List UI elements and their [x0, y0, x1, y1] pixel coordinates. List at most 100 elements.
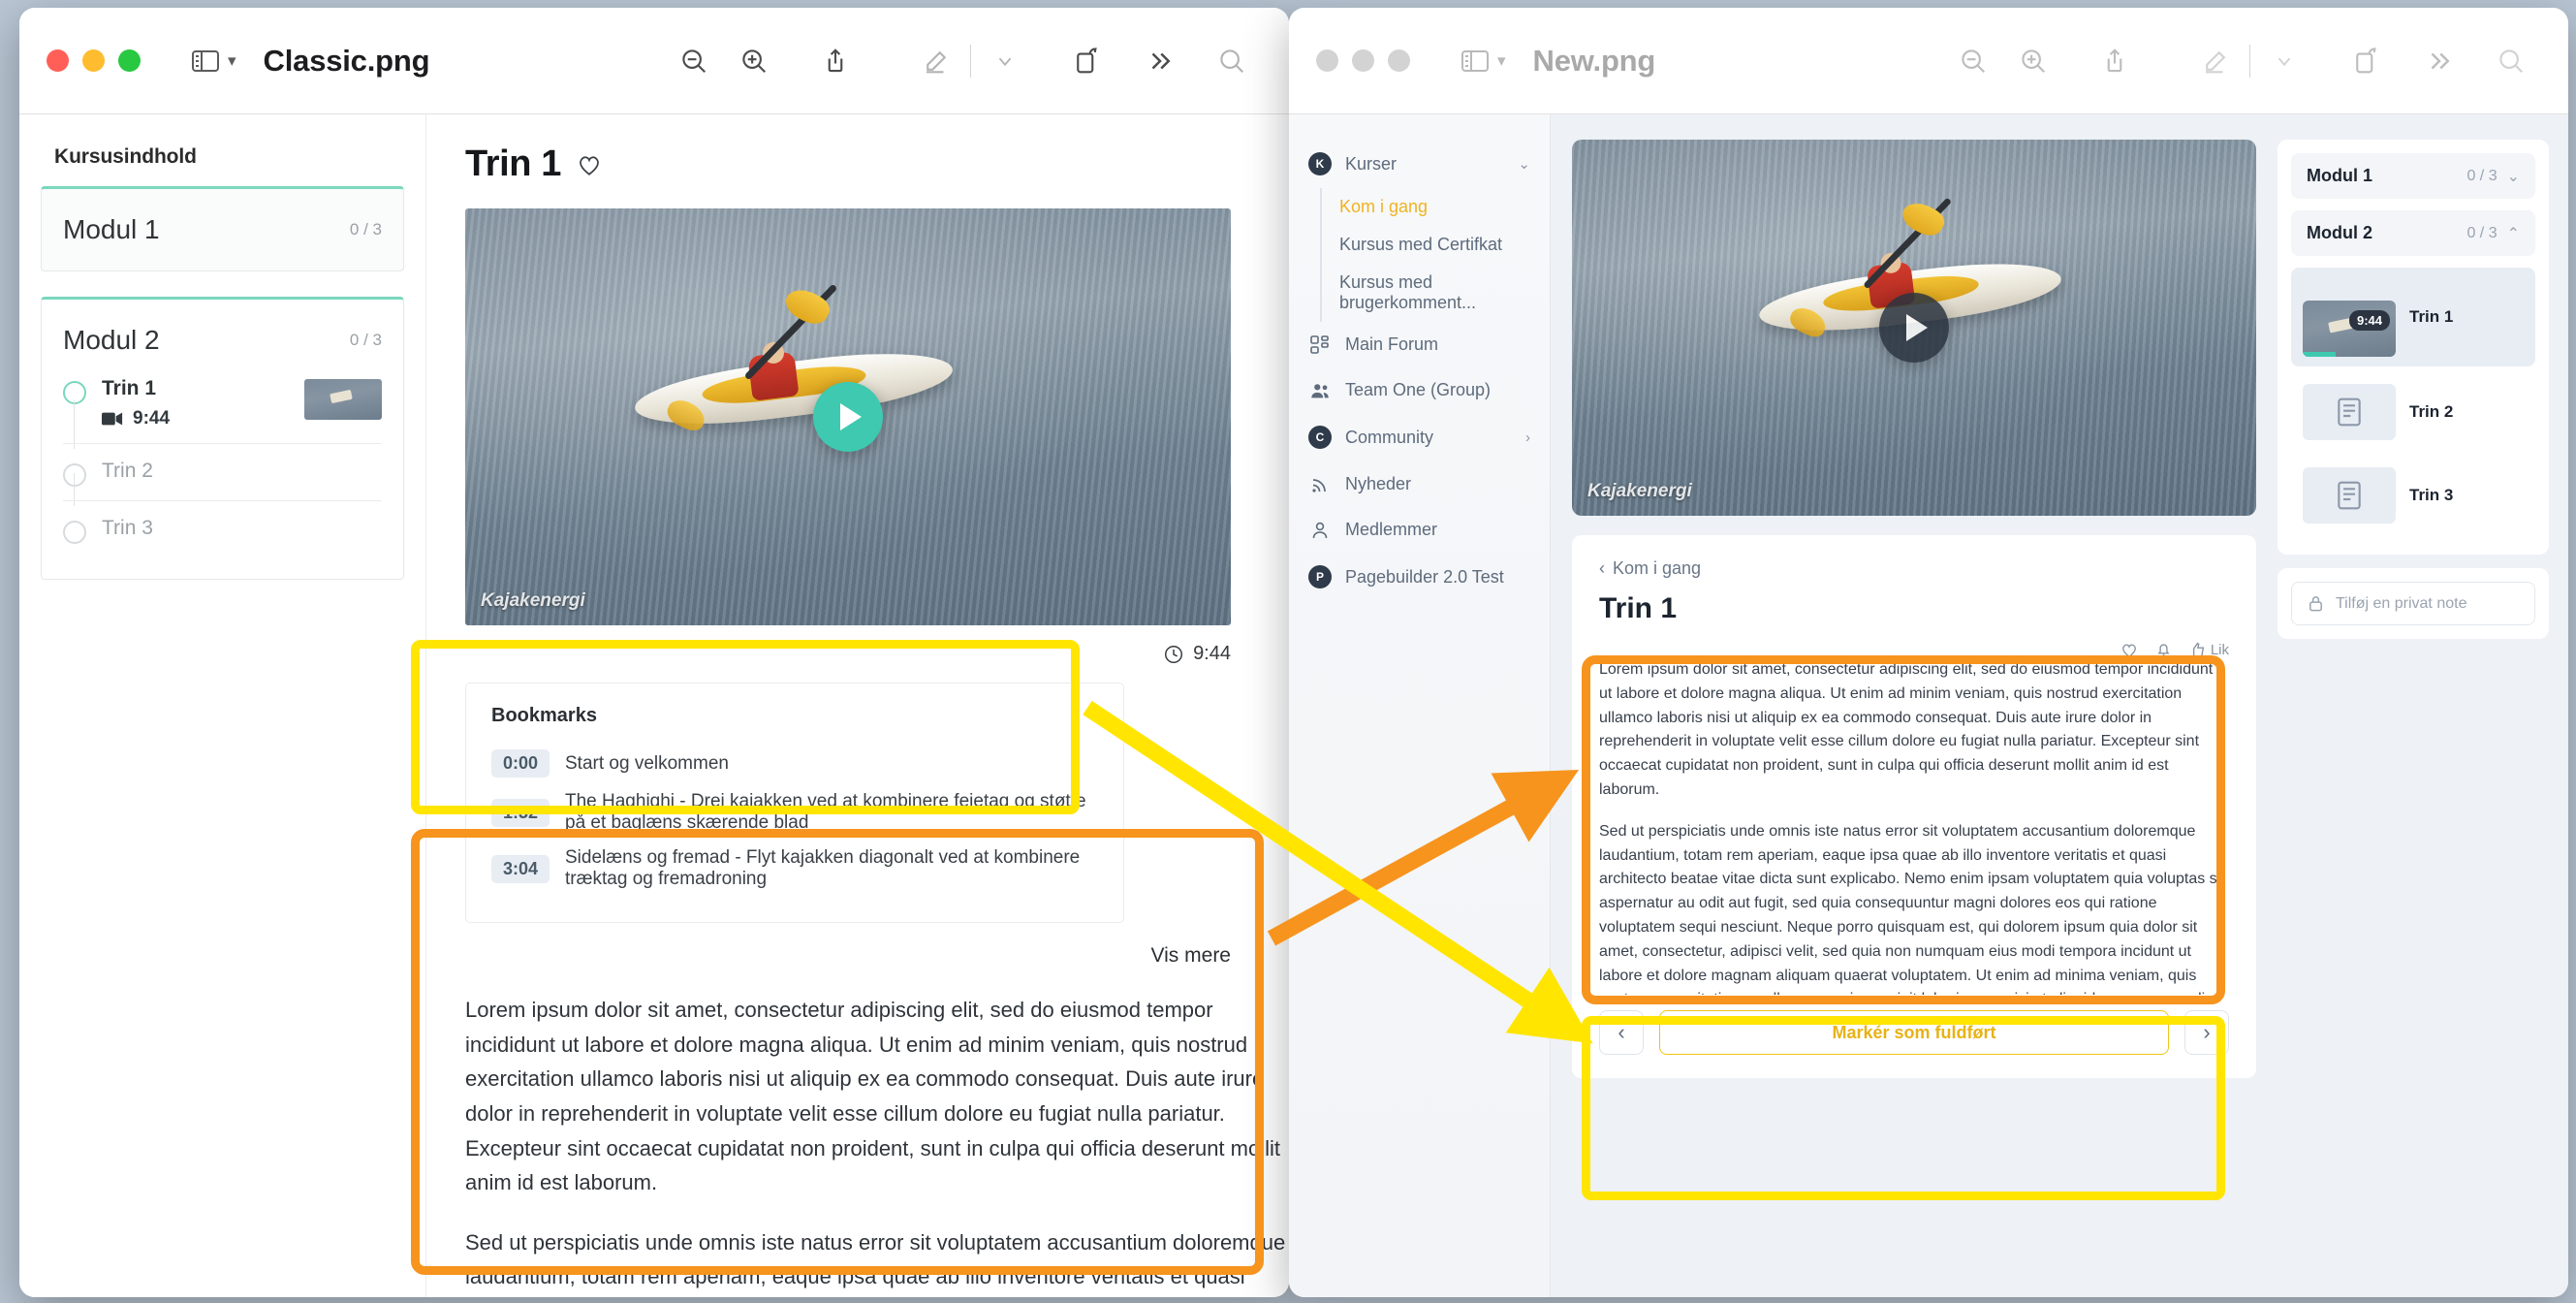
bookmark-row[interactable]: 1:32 The Haghighi - Drej kajakken ved at…	[491, 784, 1098, 841]
mark-complete-button[interactable]: Markér som fuldført	[1659, 1010, 2169, 1055]
share-icon[interactable]	[805, 31, 865, 91]
module-header-2[interactable]: Modul 2 0 / 3 ⌃	[2291, 210, 2535, 256]
lesson-body: Trin 2	[102, 460, 382, 483]
lesson-title: Trin 3	[102, 517, 153, 539]
nav-item-kom-i-gang[interactable]: Kom i gang	[1322, 188, 1550, 226]
bell-icon[interactable]	[2155, 641, 2172, 658]
zoom-in-icon[interactable]	[2003, 31, 2063, 91]
previous-lesson-button[interactable]: ‹	[1599, 1010, 1644, 1055]
toolbar-classic[interactable]	[664, 31, 1262, 91]
zoom-out-icon[interactable]	[1943, 31, 2003, 91]
module-card-1[interactable]: Modul 1 0 / 3	[41, 186, 404, 271]
chevron-down-icon[interactable]	[2254, 31, 2314, 91]
module-title: Modul 1	[63, 214, 160, 244]
video-duration: 9:44	[1193, 643, 1231, 664]
nav-item-nyheder[interactable]: Nyheder	[1289, 461, 1550, 507]
nav-item-kursus-certifkat[interactable]: Kursus med Certifkat	[1322, 226, 1550, 264]
private-note-input[interactable]: Tilføj en privat note	[2291, 582, 2535, 625]
close-button[interactable]	[1316, 49, 1338, 72]
video-watermark: Kajakenergi	[481, 590, 585, 611]
nav-item-pagebuilder[interactable]: P Pagebuilder 2.0 Test	[1289, 553, 1550, 601]
bookmark-row[interactable]: 0:00 Start og velkommen	[491, 743, 1098, 784]
nav-item-main-forum[interactable]: Main Forum	[1289, 322, 1550, 367]
nav-item-community[interactable]: C Community ›	[1289, 413, 1550, 461]
lesson-item-trin-1[interactable]: Trin 1 9:44	[63, 371, 382, 449]
search-icon[interactable]	[2481, 31, 2541, 91]
lock-icon	[2309, 596, 2322, 612]
bookmark-text: The Haghighi - Drej kajakken ved at komb…	[565, 791, 1086, 833]
lesson-item-trin-3[interactable]: Trin 3	[2291, 458, 2535, 533]
chevron-down-icon[interactable]: ⌄	[2507, 167, 2520, 186]
lesson-thumbnail[interactable]: 9:44	[2303, 301, 2396, 357]
module-header-1[interactable]: Modul 1 0 / 3 ⌄	[2291, 153, 2535, 199]
search-icon[interactable]	[1202, 31, 1262, 91]
paragraph: Sed ut perspiciatis unde omnis iste natu…	[465, 1229, 1286, 1289]
zoom-out-icon[interactable]	[664, 31, 724, 91]
more-icon[interactable]	[1130, 31, 1190, 91]
course-content-sidebar: Kursusindhold Modul 1 0 / 3 Modul 2 0 / …	[19, 114, 426, 1297]
heart-icon[interactable]	[2120, 642, 2138, 658]
lesson-item-trin-2[interactable]: Trin 2	[63, 443, 382, 506]
nav-label: Pagebuilder 2.0 Test	[1345, 566, 1504, 587]
markup-icon[interactable]	[2185, 31, 2246, 91]
toolbar-new[interactable]	[1943, 31, 2541, 91]
titlebar-classic: ▾ Classic.png	[19, 8, 1289, 114]
heart-icon[interactable]	[577, 153, 602, 176]
sidebar-toggle-button[interactable]: ▾	[191, 48, 236, 74]
lesson-item-trin-1[interactable]: 9:44 Trin 1	[2291, 268, 2535, 366]
traffic-lights[interactable]	[47, 49, 141, 72]
rss-icon	[1308, 475, 1332, 494]
maximize-button[interactable]	[1388, 49, 1410, 72]
module-progress-count: 0 / 3	[2466, 167, 2497, 184]
zoom-in-icon[interactable]	[724, 31, 784, 91]
rotate-icon[interactable]	[1056, 31, 1116, 91]
video-duration-row: 9:44	[465, 643, 1231, 665]
module-card-2[interactable]: Modul 2 0 / 3 Trin 1 9:44 Trin 2 Trin 3	[41, 297, 404, 580]
module-header[interactable]: Modul 1 0 / 3	[42, 189, 403, 270]
maximize-button[interactable]	[118, 49, 141, 72]
video-player[interactable]: Kajakenergi	[465, 208, 1231, 625]
markup-icon[interactable]	[906, 31, 966, 91]
sidebar-toggle-button[interactable]: ▾	[1461, 48, 1506, 74]
nav-item-kursus-brugerkomment[interactable]: Kursus med brugerkomment...	[1322, 264, 1550, 322]
chevron-up-icon[interactable]: ⌃	[2507, 224, 2520, 243]
bookmark-time[interactable]: 3:04	[491, 854, 550, 883]
show-more-link[interactable]: Vis mere	[465, 944, 1231, 968]
reaction-row[interactable]: Lik	[1599, 641, 2229, 658]
bookmark-row[interactable]: 3:04 Sidelæns og fremad - Flyt kajakken …	[491, 841, 1098, 897]
nav-item-team-one[interactable]: Team One (Group)	[1289, 367, 1550, 413]
completion-circle-icon[interactable]	[63, 381, 86, 404]
lesson-item-trin-3[interactable]: Trin 3	[63, 500, 382, 557]
play-button[interactable]	[813, 382, 883, 452]
minimize-button[interactable]	[82, 49, 105, 72]
window-classic[interactable]: ▾ Classic.png Kursusindhold Modul 1 0 / …	[19, 8, 1289, 1297]
more-icon[interactable]	[2409, 31, 2469, 91]
lesson-thumbnail[interactable]	[2303, 467, 2396, 524]
bookmark-time[interactable]: 0:00	[491, 749, 550, 778]
breadcrumb[interactable]: ‹ Kom i gang	[1599, 558, 2229, 579]
completion-circle-icon[interactable]	[63, 521, 86, 544]
play-button[interactable]	[1879, 293, 1949, 363]
close-button[interactable]	[47, 49, 69, 72]
chevron-down-icon[interactable]: ⌄	[1518, 155, 1530, 173]
lesson-thumbnail[interactable]	[304, 379, 382, 420]
chevron-down-icon[interactable]	[975, 31, 1035, 91]
module-header[interactable]: Modul 2 0 / 3	[42, 300, 403, 371]
next-lesson-button[interactable]: ›	[2184, 1010, 2229, 1055]
nav-item-medlemmer[interactable]: Medlemmer	[1289, 507, 1550, 553]
minimize-button[interactable]	[1352, 49, 1374, 72]
window-new[interactable]: ▾ New.png K Kurser ⌄ Kom i gang Kursus m…	[1289, 8, 2568, 1297]
breadcrumb-label[interactable]: Kom i gang	[1613, 558, 1701, 579]
chevron-right-icon[interactable]: ›	[1525, 429, 1530, 446]
nav-item-kurser[interactable]: K Kurser ⌄	[1289, 140, 1550, 188]
share-icon[interactable]	[2085, 31, 2145, 91]
lesson-item-trin-2[interactable]: Trin 2	[2291, 374, 2535, 450]
like-button[interactable]: Lik	[2189, 642, 2229, 658]
completion-circle-icon[interactable]	[63, 463, 86, 487]
lesson-thumbnail[interactable]	[2303, 384, 2396, 440]
rotate-icon[interactable]	[2336, 31, 2396, 91]
video-player[interactable]: Kajakenergi	[1572, 140, 2256, 516]
traffic-lights[interactable]	[1316, 49, 1410, 72]
module-list-card: Modul 1 0 / 3 ⌄ Modul 2 0 / 3 ⌃ 9:44 Tri…	[2278, 140, 2549, 555]
bookmark-time[interactable]: 1:32	[491, 798, 550, 827]
